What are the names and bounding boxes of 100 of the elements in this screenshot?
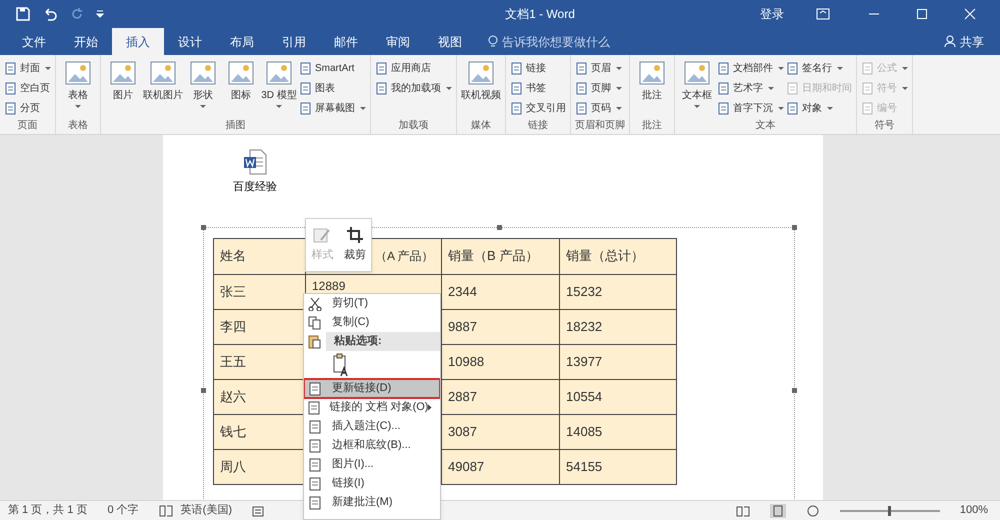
table-cell: 15232 xyxy=(560,274,676,309)
ribbon-tab[interactable]: 设计 xyxy=(164,28,216,55)
group-label: 媒体 xyxy=(470,119,492,133)
submenu-arrow-icon xyxy=(428,404,432,411)
document-icon xyxy=(375,62,388,75)
table-cell: 王五 xyxy=(214,344,306,379)
slider-thumb[interactable] xyxy=(888,506,892,516)
resize-handle[interactable] xyxy=(792,224,797,230)
column-header: 销量（B 产品） xyxy=(442,238,560,274)
ribbon-tab[interactable]: 开始 xyxy=(60,28,112,55)
table-cell: 54155 xyxy=(560,449,676,484)
ribbon-button[interactable]: 图片 xyxy=(105,59,141,102)
ribbon-button[interactable]: 页脚 xyxy=(575,79,622,98)
menu-item[interactable]: 插入题注(C)... xyxy=(304,417,440,436)
ribbon-button[interactable]: 批注 xyxy=(634,59,670,102)
word-document-icon[interactable] xyxy=(243,149,267,175)
ribbon-tab[interactable]: 插入 xyxy=(112,28,164,55)
document-icon xyxy=(299,102,312,115)
ribbon-button[interactable]: 页码 xyxy=(575,99,622,118)
ribbon-button[interactable]: 分页 xyxy=(4,99,51,118)
ribbon-tab[interactable]: 引用 xyxy=(268,28,320,55)
window-title: 文档1 - Word xyxy=(504,6,576,23)
ribbon-button[interactable]: 应用商店 xyxy=(375,59,452,78)
ribbon-button[interactable]: 交叉引用 xyxy=(510,99,566,118)
maximize-icon[interactable] xyxy=(916,8,928,20)
ribbon-button[interactable]: 屏幕截图 xyxy=(299,99,366,118)
document-icon xyxy=(575,82,588,95)
menu-item[interactable]: 图片(I)... xyxy=(304,455,440,474)
paste-text-icon[interactable] xyxy=(332,353,350,377)
group-label: 页面 xyxy=(16,119,38,133)
ribbon-button[interactable]: 联机图片 xyxy=(143,59,183,102)
ribbon-button[interactable]: 空白页 xyxy=(4,79,51,98)
sign-in-button[interactable]: 登录 xyxy=(752,5,792,23)
web-layout-icon[interactable] xyxy=(806,504,820,516)
column-header: 姓名 xyxy=(214,238,306,274)
document-icon xyxy=(786,62,799,75)
ribbon-button[interactable]: 图标 xyxy=(223,59,259,102)
ribbon-button[interactable]: 我的加载项 xyxy=(375,79,452,98)
menu-item[interactable]: 边框和底纹(B)... xyxy=(304,436,440,455)
menu-item[interactable]: 复制(C) xyxy=(304,313,440,332)
ribbon-button[interactable]: 文本框 xyxy=(679,59,715,108)
document-icon xyxy=(717,102,730,115)
read-mode-icon[interactable] xyxy=(736,504,750,516)
menu-item[interactable]: 链接(I) xyxy=(304,474,440,493)
ribbon-button[interactable]: 文档部件 xyxy=(717,59,784,78)
resize-handle[interactable] xyxy=(201,388,206,392)
ribbon-button[interactable]: 书签 xyxy=(510,79,566,98)
language-indicator[interactable]: 英语(美国) xyxy=(180,502,232,519)
macro-icon[interactable] xyxy=(252,504,264,516)
ribbon-button[interactable]: 表格 xyxy=(60,59,96,108)
image-icon xyxy=(265,59,293,87)
ribbon-button[interactable]: 联机视频 xyxy=(461,59,501,102)
ribbon-button[interactable]: 封面 xyxy=(4,59,51,78)
table-cell: 49087 xyxy=(442,449,560,484)
group-label: 批注 xyxy=(641,118,663,133)
zoom-level[interactable]: 100% xyxy=(960,502,1000,519)
ribbon-tab[interactable]: 布局 xyxy=(216,28,268,55)
ribbon-tab[interactable]: 邮件 xyxy=(320,28,372,55)
page-count[interactable]: 第 1 页，共 1 页 xyxy=(8,502,88,519)
customize-icon[interactable] xyxy=(96,9,104,19)
menu-item[interactable]: 链接的 文档 对象(O) xyxy=(304,398,440,417)
ribbon-button[interactable]: 链接 xyxy=(510,59,566,78)
ribbon-button[interactable]: 签名行 xyxy=(786,59,852,78)
redo-icon[interactable] xyxy=(70,7,84,21)
ribbon-display-icon[interactable] xyxy=(816,8,830,20)
table-cell: 赵六 xyxy=(214,379,306,414)
ribbon-button[interactable]: 页眉 xyxy=(575,59,622,78)
menu-item[interactable]: 更新链接(D) xyxy=(304,379,440,398)
ribbon-button[interactable]: SmartArt xyxy=(299,59,366,78)
document-icon xyxy=(861,102,874,115)
print-layout-icon[interactable] xyxy=(770,504,786,518)
image-icon xyxy=(638,59,666,87)
ribbon-button[interactable]: 对象 xyxy=(786,99,852,118)
group-label: 文本 xyxy=(754,118,776,133)
document-icon xyxy=(861,62,874,75)
ribbon-button[interactable]: 首字下沉 xyxy=(717,99,784,118)
save-icon[interactable] xyxy=(16,7,30,21)
image-icon xyxy=(683,59,711,87)
document-icon xyxy=(786,82,799,95)
share-button[interactable]: 共享 xyxy=(960,32,984,50)
document-icon xyxy=(717,82,730,95)
resize-handle[interactable] xyxy=(201,224,206,230)
ribbon-tab[interactable]: 文件 xyxy=(8,28,60,55)
ribbon-button[interactable]: 图表 xyxy=(299,79,366,98)
proofing-icon[interactable] xyxy=(158,504,173,516)
ribbon-tab[interactable]: 视图 xyxy=(424,28,476,55)
ribbon-button[interactable]: 艺术字 xyxy=(717,79,784,98)
scissors-icon xyxy=(308,296,322,310)
tell-me-field[interactable]: 告诉我你想要做什么 xyxy=(502,32,702,50)
ribbon-tab[interactable]: 审阅 xyxy=(372,28,424,55)
document-icon xyxy=(308,458,322,472)
group-label: 插图 xyxy=(224,119,246,133)
ribbon-button[interactable]: 形状 xyxy=(185,59,221,108)
close-icon[interactable] xyxy=(964,8,976,20)
resize-handle[interactable] xyxy=(792,388,797,392)
resize-handle[interactable] xyxy=(497,224,502,230)
document-icon xyxy=(510,82,523,95)
word-count[interactable]: 0 个字 xyxy=(107,502,139,519)
ribbon-button[interactable]: 3D 模型 xyxy=(261,59,297,108)
menu-item[interactable]: 新建批注(M) xyxy=(304,493,440,512)
